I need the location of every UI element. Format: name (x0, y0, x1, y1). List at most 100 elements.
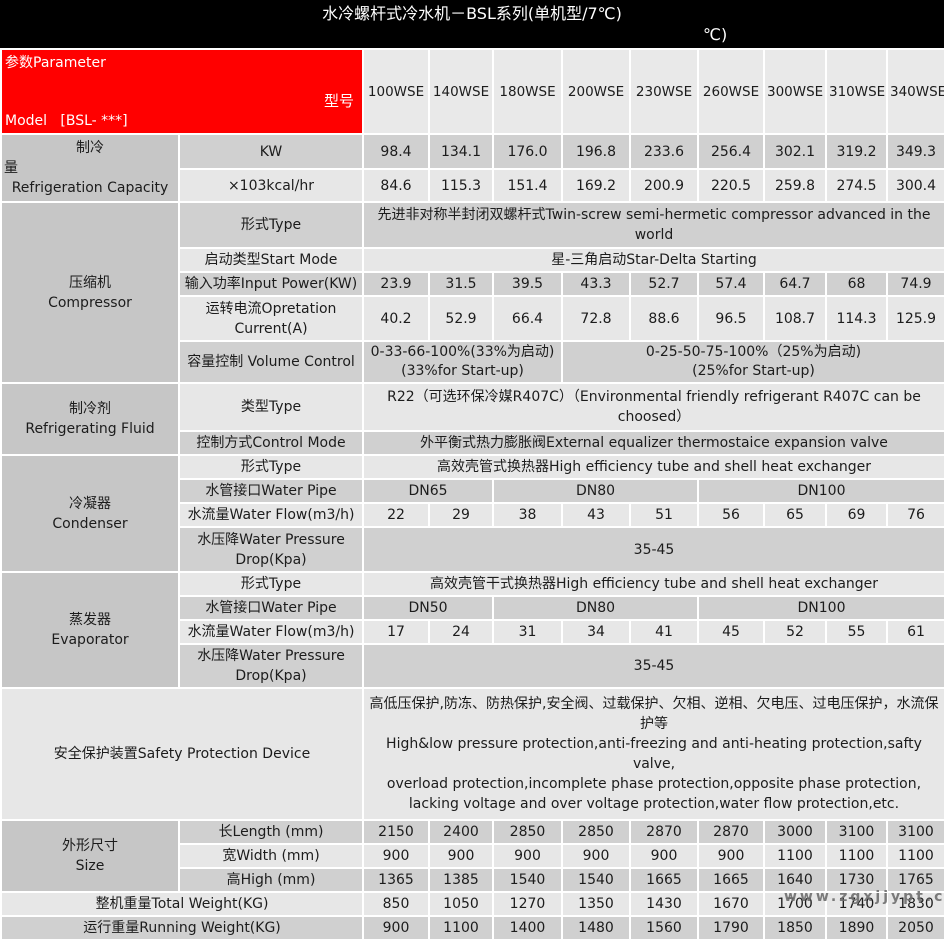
row-label-start-mode: 启动类型Start Mode (179, 248, 363, 272)
value-cell: 1430 (630, 892, 698, 916)
group-zh: 外形尺寸 (4, 836, 176, 856)
row-label-safety: 安全保护装置Safety Protection Device (1, 688, 363, 820)
value-cell: 2050 (887, 916, 944, 940)
safety-row: 安全保护装置Safety Protection Device 高低压保护,防冻、… (1, 688, 944, 820)
value-cell: 64.7 (764, 272, 826, 296)
value-cell: 1100 (826, 844, 887, 868)
value-cell: 38 (493, 503, 562, 527)
group-zh: 制冷剂 (4, 399, 176, 419)
row-label-condenser-flow: 水流量Water Flow(m3/h) (179, 503, 363, 527)
value-cell: 259.8 (764, 169, 826, 202)
value-cell: 1790 (698, 916, 764, 940)
value-cell: 23.9 (363, 272, 429, 296)
value-cell: 2870 (630, 820, 698, 844)
value-cell: 65 (764, 503, 826, 527)
volume-left-line1: 0-33-66-100%(33%为启动) (366, 343, 559, 362)
row-label-kw: KW (179, 134, 363, 169)
value-cell: 1730 (826, 868, 887, 892)
row-label-compressor-type: 形式Type (179, 202, 363, 248)
value-cell: 319.2 (826, 134, 887, 169)
group-en: Refrigerating Fluid (4, 419, 176, 439)
value-cell: 115.3 (429, 169, 493, 202)
group-zh-wrap: 量 (4, 158, 176, 178)
model-header-180wse: 180WSE (493, 49, 562, 134)
row-label-kcal: ×103kcal/hr (179, 169, 363, 202)
row-label-fluid-type: 类型Type (179, 383, 363, 431)
row-label-evaporator-pipe: 水管接口Water Pipe (179, 596, 363, 620)
value-cell: 41 (630, 620, 698, 644)
value-cell: 125.9 (887, 296, 944, 341)
value-cell: 349.3 (887, 134, 944, 169)
start-mode-value: 星-三角启动Star-Delta Starting (363, 248, 944, 272)
evaporator-pipe-dn100: DN100 (698, 596, 944, 620)
model-code-label: Model [BSL- ***] (5, 111, 128, 131)
model-type-label: 型号 (324, 91, 354, 111)
condenser-type-value: 高效壳管式换热器High efficiency tube and shell h… (363, 455, 944, 479)
value-cell: 34 (562, 620, 630, 644)
value-cell: 900 (630, 844, 698, 868)
value-cell: 84.6 (363, 169, 429, 202)
group-zh: 蒸发器 (4, 610, 176, 630)
total-weight-row: 整机重量Total Weight(KG) 850 1050 1270 1350 … (1, 892, 944, 916)
group-condenser: 冷凝器 Condenser (1, 455, 179, 572)
value-cell: 2850 (493, 820, 562, 844)
value-cell: 233.6 (630, 134, 698, 169)
value-cell: 3000 (764, 820, 826, 844)
model-header-230wse: 230WSE (630, 49, 698, 134)
parameter-label: 参数Parameter (5, 53, 106, 73)
kw-row: 制冷 量 Refrigeration Capacity KW 98.4 134.… (1, 134, 944, 169)
value-cell: 52.9 (429, 296, 493, 341)
value-cell: 1100 (887, 844, 944, 868)
row-label-total-weight: 整机重量Total Weight(KG) (1, 892, 363, 916)
group-en: Evaporator (4, 630, 176, 650)
value-cell: 1270 (493, 892, 562, 916)
value-cell: 45 (698, 620, 764, 644)
model-header-310wse: 310WSE (826, 49, 887, 134)
value-cell: 1350 (562, 892, 630, 916)
group-zh: 制冷 (4, 138, 176, 158)
volume-right-line2: (25%for Start-up) (565, 362, 942, 381)
volume-control-right: 0-25-50-75-100%（25%为启动) (25%for Start-up… (562, 341, 944, 383)
value-cell: 68 (826, 272, 887, 296)
spec-table: 参数Parameter 型号 Model [BSL- ***] 100WSE 1… (0, 48, 944, 941)
value-cell: 1560 (630, 916, 698, 940)
volume-control-left: 0-33-66-100%(33%为启动) (33%for Start-up) (363, 341, 562, 383)
value-cell: 52.7 (630, 272, 698, 296)
value-cell: 2850 (562, 820, 630, 844)
safety-line-zh: 高低压保护,防冻、防热保护,安全阀、过载保护、欠相、逆相、欠电压、过电压保护，水… (366, 694, 942, 734)
value-cell: 17 (363, 620, 429, 644)
group-zh: 压缩机 (4, 273, 176, 293)
value-cell: 31.5 (429, 272, 493, 296)
value-cell: 22 (363, 503, 429, 527)
value-cell: 300.4 (887, 169, 944, 202)
value-cell: 1365 (363, 868, 429, 892)
value-cell: 134.1 (429, 134, 493, 169)
model-header-340wse: 340WSE (887, 49, 944, 134)
condenser-type-row: 冷凝器 Condenser 形式Type 高效壳管式换热器High effici… (1, 455, 944, 479)
model-header-300wse: 300WSE (764, 49, 826, 134)
value-cell: 114.3 (826, 296, 887, 341)
running-weight-row: 运行重量Running Weight(KG) 900 1100 1400 148… (1, 916, 944, 940)
evaporator-pipe-dn50: DN50 (363, 596, 493, 620)
value-cell: 274.5 (826, 169, 887, 202)
row-label-evaporator-type: 形式Type (179, 572, 363, 596)
value-cell: 1665 (698, 868, 764, 892)
value-cell: 1850 (764, 916, 826, 940)
value-cell: 900 (493, 844, 562, 868)
control-mode-value: 外平衡式热力膨胀阀External equalizer thermostaice… (363, 431, 944, 455)
length-row: 外形尺寸 Size 长Length (mm) 2150 2400 2850 28… (1, 820, 944, 844)
safety-line-en3: lacking voltage and over voltage protect… (366, 794, 942, 814)
value-cell: 220.5 (698, 169, 764, 202)
parameter-model-corner: 参数Parameter 型号 Model [BSL- ***] (1, 49, 363, 134)
value-cell: 1700 (764, 892, 826, 916)
row-label-evaporator-flow: 水流量Water Flow(m3/h) (179, 620, 363, 644)
condenser-drop-value: 35-45 (363, 527, 944, 572)
row-label-control-mode: 控制方式Control Mode (179, 431, 363, 455)
value-cell: 43 (562, 503, 630, 527)
value-cell: 900 (698, 844, 764, 868)
value-cell: 2150 (363, 820, 429, 844)
value-cell: 900 (562, 844, 630, 868)
safety-line-en2: overload protection,incomplete phase pro… (366, 774, 942, 794)
value-cell: 2870 (698, 820, 764, 844)
value-cell: 108.7 (764, 296, 826, 341)
